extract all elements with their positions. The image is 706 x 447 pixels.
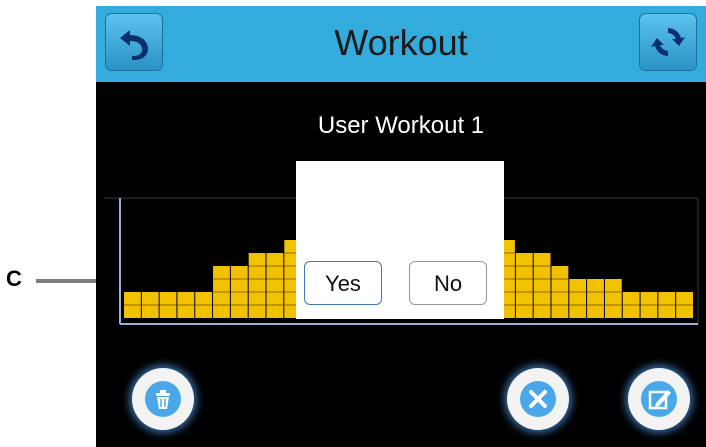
device-screen: Workout User Workout 1 Yes No [96,6,706,447]
profile-bar [515,253,533,318]
header-bar: Workout [96,6,706,82]
profile-bar [248,253,266,318]
profile-bar [604,279,622,318]
annotation-label: C [6,266,22,291]
cancel-button[interactable] [507,368,569,430]
trash-icon [145,381,181,417]
page-title: Workout [334,22,468,63]
profile-bar [533,253,551,318]
confirm-dialog: Yes No [296,161,504,319]
refresh-icon [651,28,685,56]
profile-bar [587,279,604,318]
edit-icon [641,381,677,417]
workout-name: User Workout 1 [317,112,485,139]
profile-bar [266,253,284,318]
delete-button[interactable] [132,368,194,430]
no-button[interactable]: No [409,261,487,305]
refresh-button[interactable] [640,14,696,70]
yes-button[interactable]: Yes [304,261,382,305]
cancel-icon [520,381,556,417]
profile-bar [569,279,587,318]
edit-button[interactable] [628,368,690,430]
